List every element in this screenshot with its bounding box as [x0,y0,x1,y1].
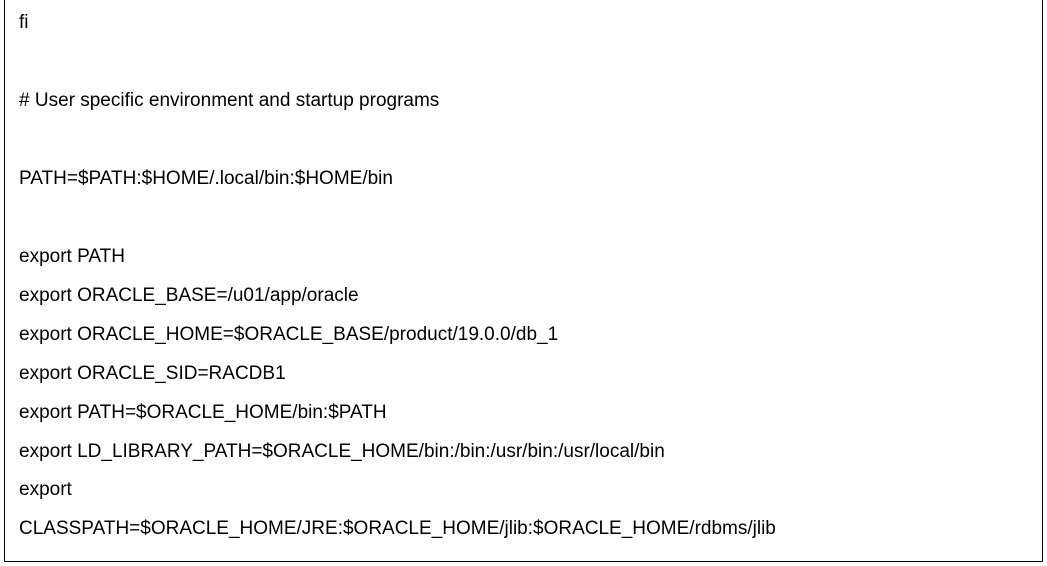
code-line: CLASSPATH=$ORACLE_HOME/JRE:$ORACLE_HOME/… [19,510,1028,549]
code-line: export PATH [19,238,1028,277]
code-line: export PATH=$ORACLE_HOME/bin:$PATH [19,394,1028,433]
blank-line [19,43,1028,82]
code-box: fi # User specific environment and start… [4,0,1043,562]
code-line: export [19,471,1028,510]
code-line: export LD_LIBRARY_PATH=$ORACLE_HOME/bin:… [19,433,1028,472]
code-line: fi [19,4,1028,43]
code-line: export ORACLE_HOME=$ORACLE_BASE/product/… [19,316,1028,355]
blank-line [19,199,1028,238]
blank-line [19,121,1028,160]
code-line: export ORACLE_BASE=/u01/app/oracle [19,277,1028,316]
code-line: # User specific environment and startup … [19,82,1028,121]
code-line: export ORACLE_SID=RACDB1 [19,355,1028,394]
code-line: PATH=$PATH:$HOME/.local/bin:$HOME/bin [19,160,1028,199]
